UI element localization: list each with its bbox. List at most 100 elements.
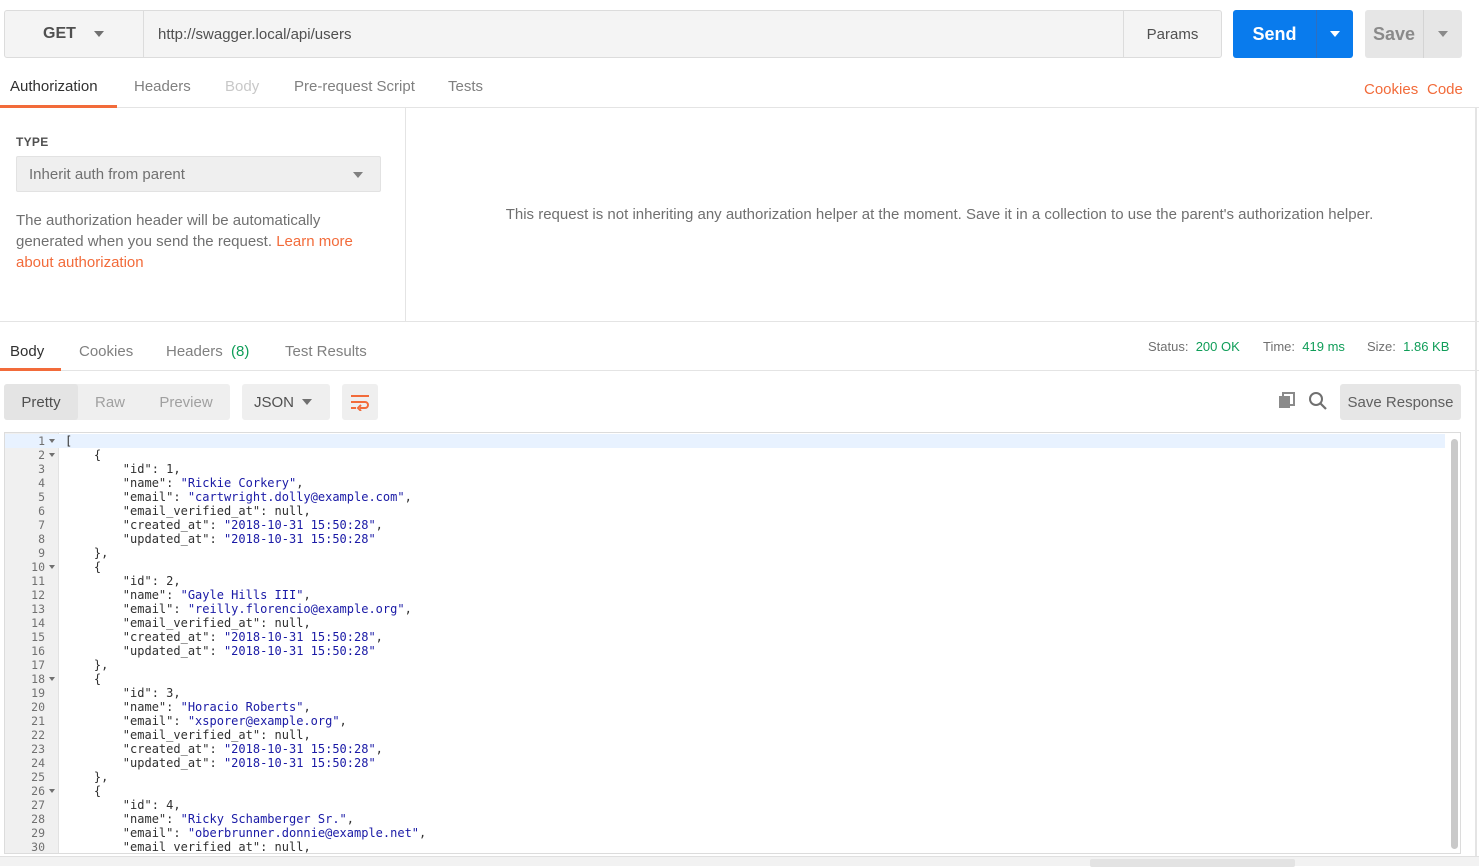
code-line: 20 "name": "Horacio Roberts", [5,700,1445,714]
send-button[interactable]: Send [1233,10,1316,58]
tab-response-body[interactable]: Body [10,343,44,360]
line-number: 3 [38,462,45,476]
status-label: Status: [1148,339,1189,354]
save-response-button[interactable]: Save Response [1340,384,1461,420]
code-text: "email_verified_at": null, [65,616,311,630]
fold-toggle-icon[interactable] [49,565,55,569]
wrap-lines-button[interactable] [342,384,378,420]
line-number: 2 [38,448,45,462]
code-text: "created_at": "2018-10-31 15:50:28", [65,630,383,644]
line-number: 30 [31,840,45,854]
tab-response-cookies[interactable]: Cookies [79,343,133,360]
line-number: 24 [31,756,45,770]
code-line: 13 "email": "reilly.florencio@example.or… [5,602,1445,616]
code-line: 1[ [5,434,1445,448]
line-number: 5 [38,490,45,504]
code-text: }, [65,658,109,672]
response-tabs: Body Cookies Headers (8) Test Results St… [0,322,1479,371]
tab-pre-request-script[interactable]: Pre-request Script [294,78,415,95]
format-select[interactable]: JSON [242,384,330,420]
tab-authorization[interactable]: Authorization [10,78,98,95]
code-text: "name": "Horacio Roberts", [65,700,311,714]
pretty-button[interactable]: Pretty [4,384,78,420]
tab-test-results[interactable]: Test Results [285,343,367,360]
code-text: "id": 4, [65,798,181,812]
size-label: Size: [1367,339,1396,354]
code-text: "email_verified_at": null, [65,840,311,854]
fold-toggle-icon[interactable] [49,439,55,443]
code-text: "name": "Rickie Corkery", [65,476,304,490]
line-number: 22 [31,728,45,742]
chevron-down-icon [353,172,363,178]
auth-type-select[interactable]: Inherit auth from parent [16,156,381,192]
url-input[interactable]: http://swagger.local/api/users [144,11,1123,57]
line-number: 6 [38,504,45,518]
line-number: 1 [38,434,45,448]
code-line: 27 "id": 4, [5,798,1445,812]
code-lines: 1[2 {3 "id": 1, 4 "name": "Rickie Corkery… [5,434,1445,854]
line-number: 28 [31,812,45,826]
status-bar [0,856,1479,867]
line-number: 4 [38,476,45,490]
code-line: 28 "name": "Ricky Schamberger Sr.", [5,812,1445,826]
preview-button[interactable]: Preview [142,384,230,420]
code-text: "created_at": "2018-10-31 15:50:28", [65,742,383,756]
fold-toggle-icon[interactable] [49,677,55,681]
code-text: "updated_at": "2018-10-31 15:50:28" [65,644,376,658]
code-text: { [65,672,102,686]
code-text: "email_verified_at": null, [65,504,311,518]
wrap-lines-icon [351,395,369,411]
send-dropdown-button[interactable] [1316,10,1353,58]
code-line: 6 "email_verified_at": null, [5,504,1445,518]
code-text: "email": "xsporer@example.org", [65,714,347,728]
fold-toggle-icon[interactable] [49,789,55,793]
code-line: 21 "email": "xsporer@example.org", [5,714,1445,728]
code-line: 9 }, [5,546,1445,560]
response-body-editor[interactable]: 1[2 {3 "id": 1, 4 "name": "Rickie Corkery… [4,432,1461,854]
code-text: "email_verified_at": null, [65,728,311,742]
request-bar: GET http://swagger.local/api/users Param… [4,10,1222,58]
params-button[interactable]: Params [1123,11,1221,57]
line-number: 10 [31,560,45,574]
code-text: "created_at": "2018-10-31 15:50:28", [65,518,383,532]
line-number: 9 [38,546,45,560]
status-value: 200 OK [1195,339,1240,354]
tab-tests[interactable]: Tests [448,78,483,95]
line-number: 18 [31,672,45,686]
raw-button[interactable]: Raw [78,384,142,420]
code-line: 10 { [5,560,1445,574]
auth-settings-panel: TYPE Inherit auth from parent The author… [0,108,406,321]
line-number: 23 [31,742,45,756]
copy-button[interactable] [1276,390,1298,412]
tab-response-headers[interactable]: Headers (8) [166,343,249,360]
code-line: 4 "name": "Rickie Corkery", [5,476,1445,490]
save-button-group: Save [1365,10,1462,58]
code-text: "updated_at": "2018-10-31 15:50:28" [65,756,376,770]
code-link[interactable]: Code [1427,81,1463,98]
save-dropdown-button[interactable] [1423,10,1462,58]
line-number: 29 [31,826,45,840]
time-meta: Time: 419 ms [1263,339,1345,354]
auth-message-text: This request is not inheriting any autho… [505,206,1374,223]
tab-body[interactable]: Body [225,78,259,95]
chevron-down-icon [302,399,312,405]
code-line: 8 "updated_at": "2018-10-31 15:50:28" [5,532,1445,546]
tab-headers[interactable]: Headers [134,78,191,95]
line-number: 17 [31,658,45,672]
auth-type-label: TYPE [16,135,49,149]
line-number: 8 [38,532,45,546]
line-number: 14 [31,616,45,630]
fold-toggle-icon[interactable] [49,453,55,457]
code-line: 17 }, [5,658,1445,672]
code-line: 29 "email": "oberbrunner.donnie@example.… [5,826,1445,840]
code-line: 23 "created_at": "2018-10-31 15:50:28", [5,742,1445,756]
code-line: 16 "updated_at": "2018-10-31 15:50:28" [5,644,1445,658]
cookies-link[interactable]: Cookies [1364,81,1418,98]
scrollbar[interactable] [1451,439,1458,849]
save-button[interactable]: Save [1365,10,1423,58]
code-text: "name": "Ricky Schamberger Sr.", [65,812,355,826]
method-select[interactable]: GET [5,11,144,57]
auth-message: This request is not inheriting any autho… [406,108,1473,321]
code-text: "name": "Gayle Hills III", [65,588,311,602]
search-button[interactable] [1307,390,1329,412]
